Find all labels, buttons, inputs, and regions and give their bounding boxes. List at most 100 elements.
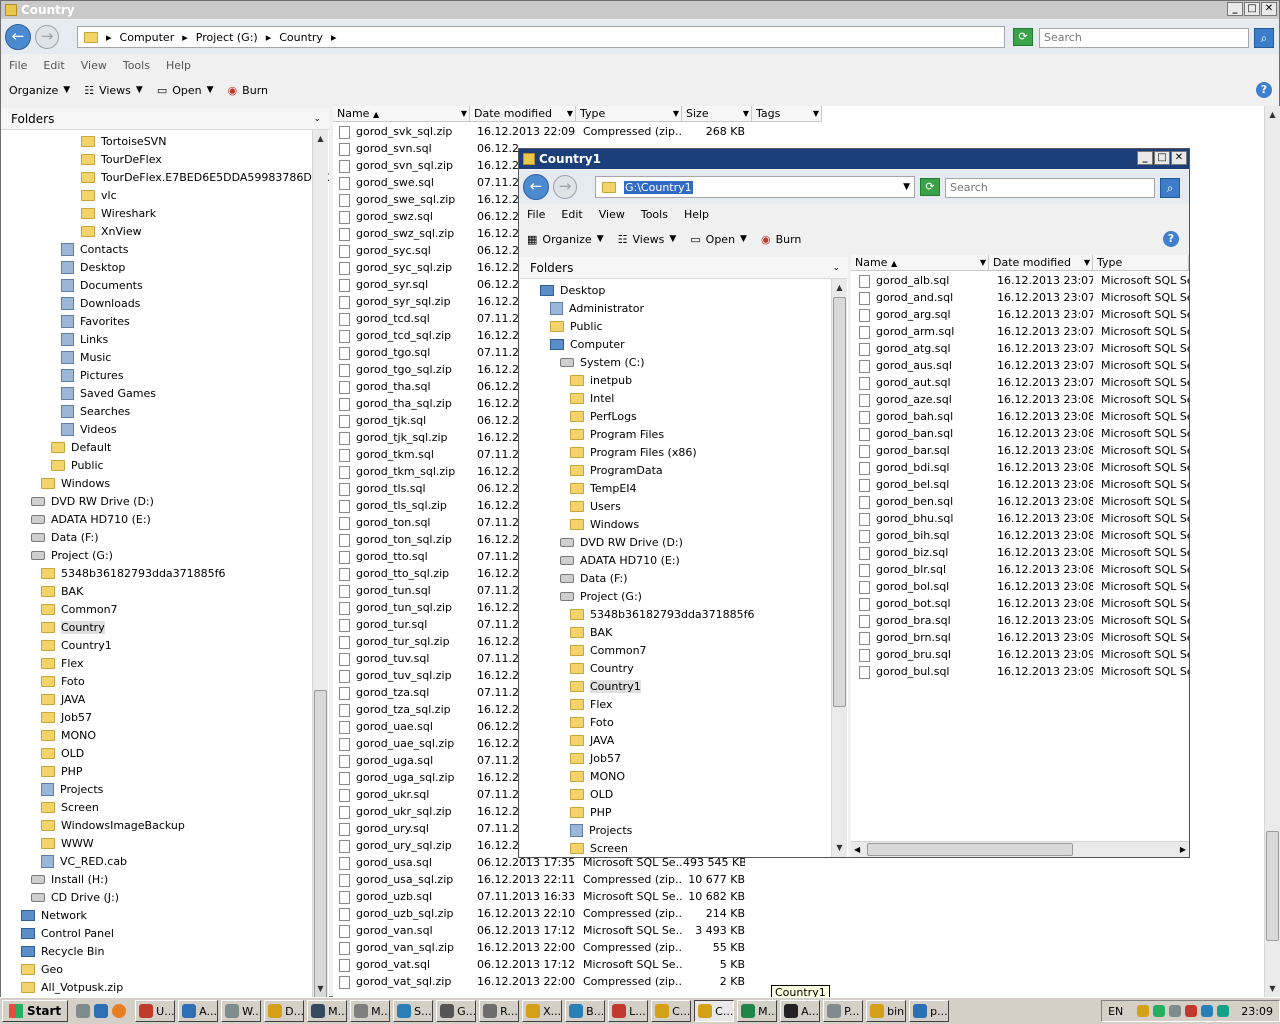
tree-item[interactable]: Job57 [41, 708, 92, 726]
horizontal-scrollbar[interactable]: ◀ ▶ [851, 841, 1189, 857]
tree-item[interactable]: Public [51, 456, 104, 474]
taskbar-button[interactable]: L... [608, 1000, 649, 1022]
tree-scrollbar[interactable]: ▲ ▼ [312, 130, 328, 998]
column-name[interactable]: Name ▲ ▼ [333, 106, 470, 122]
file-row[interactable]: gorod_bra.sql 16.12.2013 23:09 Microsoft S… [851, 612, 1189, 629]
taskbar-button[interactable]: M... [737, 1000, 778, 1022]
scroll-thumb[interactable] [867, 843, 1073, 856]
menu-tools[interactable]: Tools [641, 208, 668, 221]
tree-item[interactable]: 5348b36182793dda371885f6 [570, 605, 755, 623]
file-row[interactable]: gorod_bar.sql 16.12.2013 23:08 Microsoft S… [851, 442, 1189, 459]
file-row[interactable]: gorod_vat.sql 06.12.2013 17:12 Microsoft S… [333, 956, 1279, 973]
column-size[interactable]: Size ▼ [682, 106, 752, 122]
tree-item[interactable]: ProgramData [570, 461, 663, 479]
file-row[interactable]: gorod_bhu.sql 16.12.2013 23:08 Microsoft S… [851, 510, 1189, 527]
organize-button[interactable]: ▦ Organize ▼ [527, 233, 604, 246]
views-button[interactable]: ☷ Views ▼ [618, 233, 677, 246]
taskbar-button[interactable]: C... [694, 1000, 735, 1022]
scroll-down-icon[interactable]: ▼ [1265, 982, 1280, 996]
tree-item[interactable]: Administrator [550, 299, 644, 317]
tree-item[interactable]: Recycle Bin [21, 942, 104, 960]
menu-edit[interactable]: Edit [561, 208, 582, 221]
tree-item[interactable]: Flex [570, 695, 612, 713]
tree-item[interactable]: Videos [61, 420, 117, 438]
refresh-button[interactable]: ⟳ [1013, 28, 1033, 46]
help-icon[interactable]: ? [1163, 231, 1179, 247]
tray-lan-icon[interactable] [1217, 1005, 1230, 1017]
main-address-bar[interactable]: ▸ Computer ▸ Project (G:) ▸ Country ▸ [77, 26, 1005, 48]
taskbar-button[interactable]: P... [823, 1000, 864, 1022]
tree-item[interactable]: TourDeFlex [81, 150, 162, 168]
back-button[interactable]: ← [523, 174, 549, 200]
quicklaunch-explorer-icon[interactable] [76, 1004, 91, 1018]
file-row[interactable]: gorod_bdi.sql 16.12.2013 23:08 Microsoft S… [851, 459, 1189, 476]
tray-usb-icon[interactable] [1169, 1005, 1182, 1017]
tree-item[interactable]: Program Files (x86) [570, 443, 697, 461]
file-row[interactable]: gorod_arm.sql 16.12.2013 23:07 Microsoft S… [851, 323, 1189, 340]
file-row[interactable]: gorod_aus.sql 16.12.2013 23:07 Microsoft S… [851, 357, 1189, 374]
file-row[interactable]: gorod_van.sql 06.12.2013 17:12 Microsoft S… [333, 922, 1279, 939]
chevron-down-icon[interactable]: ▼ [813, 106, 819, 122]
file-row[interactable]: gorod_biz.sql 16.12.2013 23:08 Microsoft S… [851, 544, 1189, 561]
tree-item[interactable]: Windows [41, 474, 110, 492]
menu-file[interactable]: File [527, 208, 545, 221]
chevron-down-icon[interactable]: ▼ [1084, 255, 1090, 271]
tree-item[interactable]: OLD [41, 744, 84, 762]
views-button[interactable]: ☷ Views ▼ [84, 84, 143, 97]
scroll-left-icon[interactable]: ◀ [854, 842, 860, 857]
tree-item[interactable]: Install (H:) [31, 870, 108, 888]
tree-scrollbar[interactable]: ▲ ▼ [831, 279, 847, 857]
tree-item[interactable]: Country1 [41, 636, 112, 654]
tree-item[interactable]: Windows [570, 515, 639, 533]
forward-button[interactable]: → [35, 25, 59, 49]
taskbar-button[interactable]: B... [565, 1000, 606, 1022]
tree-item[interactable]: BAK [570, 623, 612, 641]
menu-tools[interactable]: Tools [123, 59, 150, 72]
taskbar-button[interactable]: bin [866, 1000, 907, 1022]
tree-item[interactable]: Projects [41, 780, 103, 798]
file-row[interactable]: gorod_arg.sql 16.12.2013 23:07 Microsoft S… [851, 306, 1189, 323]
file-row[interactable]: gorod_bih.sql 16.12.2013 23:08 Microsoft S… [851, 527, 1189, 544]
taskbar-button[interactable]: M... [307, 1000, 348, 1022]
file-row[interactable]: gorod_usa_sql.zip 16.12.2013 22:11 Compres… [333, 871, 1279, 888]
taskbar-button[interactable]: U... [135, 1000, 176, 1022]
tree-item[interactable]: Public [550, 317, 603, 335]
tree-item[interactable]: MONO [41, 726, 96, 744]
tree-item[interactable]: OLD [570, 785, 613, 803]
taskbar-button[interactable]: W... [221, 1000, 262, 1022]
forward-button[interactable]: → [553, 175, 577, 199]
chevron-down-icon[interactable]: ▼ [673, 106, 679, 122]
file-row[interactable]: gorod_and.sql 16.12.2013 23:07 Microsoft S… [851, 289, 1189, 306]
chevron-down-icon[interactable]: ▼ [743, 106, 749, 122]
tree-item[interactable]: 5348b36182793dda371885f6 [41, 564, 226, 582]
taskbar-button[interactable]: A... [780, 1000, 821, 1022]
tree-item[interactable]: TempEI4 [570, 479, 637, 497]
tree-item[interactable]: VC_RED.cab [41, 852, 127, 870]
tree-item[interactable]: Geo [21, 960, 63, 978]
tree-item[interactable]: Screen [41, 798, 99, 816]
tree-item[interactable]: Common7 [41, 600, 118, 618]
file-row[interactable]: gorod_bel.sql 16.12.2013 23:08 Microsoft S… [851, 476, 1189, 493]
tree-item[interactable]: Wireshark [81, 204, 156, 222]
burn-button[interactable]: ◉ Burn [761, 233, 801, 246]
tree-item[interactable]: MONO [570, 767, 625, 785]
tree-item[interactable]: System (C:) [560, 353, 645, 371]
file-row[interactable]: gorod_atg.sql 16.12.2013 23:07 Microsoft S… [851, 340, 1189, 357]
file-row[interactable]: gorod_aze.sql 16.12.2013 23:08 Microsoft S… [851, 391, 1189, 408]
scroll-up-icon[interactable]: ▲ [832, 281, 847, 295]
file-row[interactable]: gorod_bru.sql 16.12.2013 23:09 Microsoft S… [851, 646, 1189, 663]
tree-item[interactable]: Network [21, 906, 87, 924]
taskbar-button[interactable]: C... [651, 1000, 692, 1022]
tree-item[interactable]: Country1 [570, 677, 641, 695]
back-button[interactable]: ← [5, 24, 31, 50]
tree-item[interactable]: Projects [570, 821, 632, 839]
scroll-up-icon[interactable]: ▲ [313, 132, 328, 146]
tree-item[interactable]: Default [51, 438, 111, 456]
tree-item[interactable]: ADATA HD710 (E:) [560, 551, 680, 569]
tree-item[interactable]: PHP [41, 762, 83, 780]
tree-item[interactable]: Common7 [570, 641, 647, 659]
column-tags[interactable]: Tags ▼ [752, 106, 822, 122]
file-row[interactable]: gorod_ban.sql 16.12.2013 23:08 Microsoft S… [851, 425, 1189, 442]
main-search-input[interactable]: Search [1039, 28, 1249, 48]
tree-item[interactable]: Searches [61, 402, 130, 420]
